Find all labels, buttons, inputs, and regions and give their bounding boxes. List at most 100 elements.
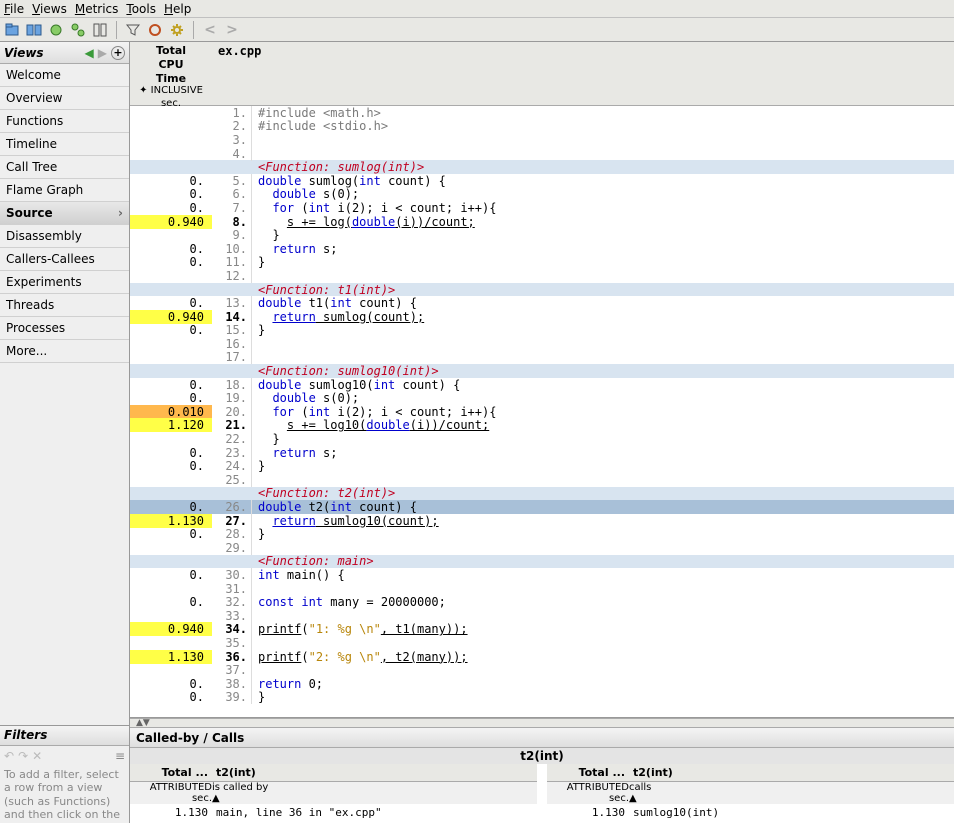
refresh-icon[interactable] [147,22,163,38]
source-line[interactable]: 4. [212,147,954,161]
open-icon[interactable] [4,22,20,38]
source-line[interactable]: 3. [212,133,954,147]
source-line[interactable]: 26.double t2(int count) { [212,500,954,514]
source-line[interactable]: 22. } [212,432,954,446]
remote-icon[interactable] [70,22,86,38]
source-line[interactable]: 29. [212,541,954,555]
source-line[interactable]: 9. } [212,228,954,242]
nav-back-icon[interactable]: < [202,22,218,38]
source-line[interactable]: 28.} [212,527,954,541]
metric-cell: 0. [130,446,212,460]
sidebar-item-more-[interactable]: More... [0,340,129,363]
source-line[interactable]: 2.#include <stdio.h> [212,120,954,134]
col-func[interactable]: t2(int) [629,764,954,781]
line-number: 31. [218,582,252,596]
menu-icon[interactable]: ≡ [115,749,125,763]
source-line[interactable]: 32.const int many = 20000000; [212,595,954,609]
line-number: 10. [218,242,252,256]
source-line[interactable]: 7. for (int i(2); i < count; i++){ [212,201,954,215]
sidebar-item-threads[interactable]: Threads [0,294,129,317]
filter-icon[interactable] [125,22,141,38]
compare-icon[interactable] [26,22,42,38]
source-line[interactable]: 15.} [212,324,954,338]
sidebar-item-welcome[interactable]: Welcome [0,64,129,87]
menu-help[interactable]: Help [164,2,191,16]
source-line[interactable]: <Function: sumlog(int)> [212,160,954,174]
source-line[interactable]: 25. [212,473,954,487]
source-line[interactable]: 11.} [212,256,954,270]
source-line[interactable]: 39.} [212,691,954,705]
sidebar-item-processes[interactable]: Processes [0,317,129,340]
source-line[interactable]: 18.double sumlog10(int count) { [212,378,954,392]
sidebar-item-callers-callees[interactable]: Callers-Callees [0,248,129,271]
source-line[interactable]: 8. s += log(double(i))/count; [212,215,954,229]
splitter-handle[interactable]: ▲▼ [130,718,954,728]
delete-icon[interactable]: ✕ [32,749,42,763]
table-row[interactable]: 1.130main, line 36 in "ex.cpp" [130,804,537,821]
source-line[interactable]: 35. [212,636,954,650]
source-line[interactable]: 24.} [212,459,954,473]
sidebar-item-overview[interactable]: Overview [0,87,129,110]
sidebar: Views ◀ ▶ + WelcomeOverviewFunctionsTime… [0,42,130,823]
source-line[interactable]: <Function: t2(int)> [212,487,954,501]
views-next-icon[interactable]: ▶ [98,46,107,60]
nav-fwd-icon[interactable]: > [224,22,240,38]
source-line[interactable]: 5.double sumlog(int count) { [212,174,954,188]
code-column[interactable]: ex.cpp 1.#include <math.h>2.#include <st… [212,42,954,717]
source-line[interactable]: 37. [212,663,954,677]
sidebar-item-timeline[interactable]: Timeline [0,133,129,156]
col-func[interactable]: t2(int) [212,764,537,781]
calls-tab[interactable]: Called-by / Calls [130,728,954,748]
source-line[interactable]: 38.return 0; [212,677,954,691]
source-line[interactable]: <Function: main> [212,555,954,569]
line-number: 25. [218,473,252,487]
undo-icon[interactable]: ↶ [4,749,14,763]
col-total[interactable]: Total ... [130,764,212,781]
source-line[interactable]: 16. [212,337,954,351]
source-line[interactable]: 1.#include <math.h> [212,106,954,120]
views-add-icon[interactable]: + [111,46,125,60]
source-line[interactable]: 6. double s(0); [212,188,954,202]
source-line[interactable]: 31. [212,582,954,596]
menu-file[interactable]: File [4,2,24,16]
source-line[interactable]: 23. return s; [212,446,954,460]
menu-views[interactable]: Views [32,2,67,16]
source-line[interactable]: 14. return sumlog(count); [212,310,954,324]
source-line[interactable]: 17. [212,351,954,365]
source-line[interactable]: 13.double t1(int count) { [212,296,954,310]
source-line[interactable]: 20. for (int i(2); i < count; i++){ [212,405,954,419]
aggregate-icon[interactable] [48,22,64,38]
views-header: Views ◀ ▶ + [0,42,129,64]
menu-tools[interactable]: Tools [126,2,156,16]
gear-icon[interactable] [169,22,185,38]
sidebar-item-disassembly[interactable]: Disassembly [0,225,129,248]
sidebar-item-flame-graph[interactable]: Flame Graph [0,179,129,202]
source-line[interactable]: 19. double s(0); [212,391,954,405]
settings2-icon[interactable] [92,22,108,38]
redo-icon[interactable]: ↷ [18,749,28,763]
source-line[interactable]: 12. [212,269,954,283]
table-row[interactable]: 1.130sumlog10(int) [547,804,954,821]
metric-cell: 0. [130,378,212,392]
source-line[interactable]: <Function: sumlog10(int)> [212,364,954,378]
metric-header[interactable]: Total CPU Time ✦ INCLUSIVE sec. [130,42,212,106]
source-line[interactable]: 34.printf("1: %g \n", t1(many)); [212,623,954,637]
menu-metrics[interactable]: Metrics [75,2,119,16]
sidebar-item-source[interactable]: Source [0,202,129,225]
calls-panel: Called-by / Calls t2(int) Total ...t2(in… [130,728,954,823]
source-line[interactable]: 36.printf("2: %g \n", t2(many)); [212,650,954,664]
source-line[interactable]: 30.int main() { [212,568,954,582]
col-total[interactable]: Total ... [547,764,629,781]
source-line[interactable]: 10. return s; [212,242,954,256]
line-number: 3. [218,133,252,147]
metric-cell: 0. [130,296,212,310]
source-line[interactable]: 27. return sumlog10(count); [212,514,954,528]
sidebar-item-functions[interactable]: Functions [0,110,129,133]
source-line[interactable]: 21. s += log10(double(i))/count; [212,419,954,433]
sidebar-item-call-tree[interactable]: Call Tree [0,156,129,179]
sidebar-item-experiments[interactable]: Experiments [0,271,129,294]
source-line[interactable]: 33. [212,609,954,623]
source-line[interactable]: <Function: t1(int)> [212,283,954,297]
views-prev-icon[interactable]: ◀ [85,46,94,60]
line-number: 30. [218,568,252,582]
